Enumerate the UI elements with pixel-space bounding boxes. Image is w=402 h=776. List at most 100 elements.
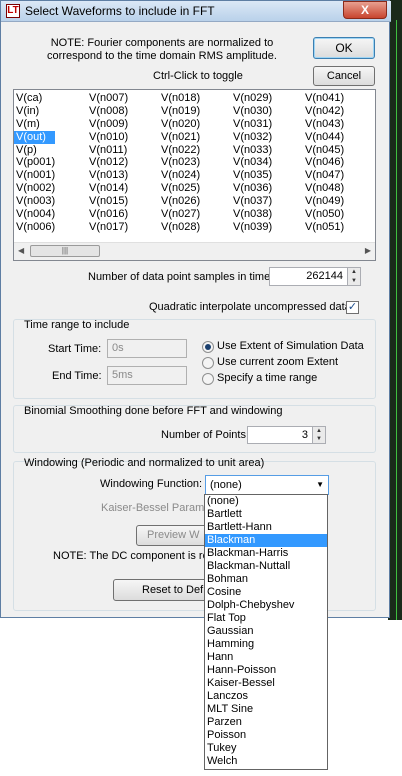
- waveform-item[interactable]: V(m): [14, 118, 55, 131]
- waveform-item[interactable]: V(n018): [159, 92, 200, 105]
- window-option[interactable]: Cosine: [205, 586, 327, 599]
- reset-defaults-button[interactable]: Reset to Def: [113, 579, 213, 601]
- window-option[interactable]: Bohman: [205, 573, 327, 586]
- window-option[interactable]: Bartlett-Hann: [205, 521, 327, 534]
- waveform-item[interactable]: V(n011): [87, 144, 128, 157]
- waveform-item[interactable]: V(n019): [159, 105, 200, 118]
- waveform-item[interactable]: V(n023): [159, 156, 200, 169]
- window-option[interactable]: (none): [205, 495, 327, 508]
- waveform-item[interactable]: V(n007): [87, 92, 128, 105]
- window-option[interactable]: Blackman-Nuttall: [205, 560, 327, 573]
- waveform-item[interactable]: V(n043): [303, 118, 344, 131]
- window-option[interactable]: Blackman: [205, 534, 327, 547]
- spin-up-icon[interactable]: ▲: [313, 427, 325, 435]
- waveform-item[interactable]: V(n004): [14, 208, 55, 221]
- waveform-item[interactable]: V(n028): [159, 221, 200, 234]
- waveform-item[interactable]: V(n031): [231, 118, 272, 131]
- window-option[interactable]: Lanczos: [205, 690, 327, 703]
- window-option[interactable]: Hann: [205, 651, 327, 664]
- window-option[interactable]: MLT Sine: [205, 703, 327, 716]
- waveform-item[interactable]: V(in): [14, 105, 55, 118]
- radio-zoom-extent[interactable]: [202, 357, 214, 369]
- points-stepper[interactable]: ▲ ▼: [312, 426, 326, 444]
- waveform-item[interactable]: V(n041): [303, 92, 344, 105]
- waveform-item[interactable]: V(n009): [87, 118, 128, 131]
- windowing-function-dropdown[interactable]: (none) Bartlett Bartlett-Hann Blackman Black…: [204, 494, 328, 770]
- waveform-item[interactable]: V(n013): [87, 169, 128, 182]
- waveform-item[interactable]: V(n012): [87, 156, 128, 169]
- close-button[interactable]: X: [343, 1, 387, 19]
- waveform-item[interactable]: V(out): [14, 130, 56, 144]
- spin-down-icon[interactable]: ▼: [348, 277, 360, 286]
- scroll-right-icon[interactable]: ▶: [365, 246, 371, 255]
- waveform-item[interactable]: V(n020): [159, 118, 200, 131]
- horizontal-scrollbar[interactable]: ◀ ||| ▶: [14, 242, 375, 260]
- radio-specify-range[interactable]: [202, 373, 214, 385]
- window-option[interactable]: Hann-Poisson: [205, 664, 327, 677]
- waveform-item[interactable]: V(n017): [87, 221, 128, 234]
- waveform-item[interactable]: V(n021): [159, 131, 200, 144]
- waveform-item[interactable]: V(n039): [231, 221, 272, 234]
- windowing-function-select[interactable]: (none) ▼: [205, 475, 329, 495]
- waveform-item[interactable]: V(n027): [159, 208, 200, 221]
- radio-extent-simulation[interactable]: [202, 341, 214, 353]
- waveform-item[interactable]: V(n045): [303, 144, 344, 157]
- window-option[interactable]: Tukey: [205, 742, 327, 755]
- waveform-item[interactable]: V(n001): [14, 169, 55, 182]
- waveform-item[interactable]: V(n046): [303, 156, 344, 169]
- waveform-item[interactable]: V(n032): [231, 131, 272, 144]
- waveform-item[interactable]: V(n050): [303, 208, 344, 221]
- waveform-item[interactable]: V(p001): [14, 156, 55, 169]
- waveform-item[interactable]: V(ca): [14, 92, 55, 105]
- waveform-item[interactable]: V(n006): [14, 221, 55, 234]
- waveform-item[interactable]: V(p): [14, 144, 55, 157]
- spin-up-icon[interactable]: ▲: [348, 268, 360, 277]
- window-option[interactable]: Gaussian: [205, 625, 327, 638]
- waveform-item[interactable]: V(n038): [231, 208, 272, 221]
- waveform-item[interactable]: V(n016): [87, 208, 128, 221]
- window-option[interactable]: Blackman-Harris: [205, 547, 327, 560]
- waveform-item[interactable]: V(n026): [159, 195, 200, 208]
- spin-down-icon[interactable]: ▼: [313, 435, 325, 443]
- waveform-item[interactable]: V(n003): [14, 195, 55, 208]
- waveform-item[interactable]: V(n029): [231, 92, 272, 105]
- samples-stepper[interactable]: ▲ ▼: [347, 267, 361, 286]
- quadratic-checkbox[interactable]: ✓: [346, 301, 359, 314]
- option-specify-range[interactable]: Specify a time range: [217, 372, 317, 384]
- waveform-item[interactable]: V(n034): [231, 156, 272, 169]
- waveform-item[interactable]: V(n037): [231, 195, 272, 208]
- option-zoom-extent[interactable]: Use current zoom Extent: [217, 356, 338, 368]
- title-bar[interactable]: LT Select Waveforms to include in FFT X: [1, 1, 391, 22]
- start-time-field[interactable]: 0s: [107, 339, 187, 358]
- scroll-thumb[interactable]: |||: [30, 245, 100, 257]
- window-option[interactable]: Bartlett: [205, 508, 327, 521]
- waveform-item[interactable]: V(n051): [303, 221, 344, 234]
- scroll-left-icon[interactable]: ◀: [18, 246, 24, 255]
- window-option[interactable]: Kaiser-Bessel: [205, 677, 327, 690]
- waveform-item[interactable]: V(n010): [87, 131, 128, 144]
- cancel-button[interactable]: Cancel: [313, 66, 375, 86]
- waveform-item[interactable]: V(n022): [159, 144, 200, 157]
- waveform-item[interactable]: V(n025): [159, 182, 200, 195]
- ok-button[interactable]: OK: [313, 37, 375, 59]
- option-extent-simulation[interactable]: Use Extent of Simulation Data: [217, 340, 364, 352]
- waveform-item[interactable]: V(n035): [231, 169, 272, 182]
- window-option[interactable]: Welch: [205, 755, 327, 768]
- waveform-item[interactable]: V(n036): [231, 182, 272, 195]
- waveform-item[interactable]: V(n044): [303, 131, 344, 144]
- waveform-listbox[interactable]: V(ca) V(in) V(m) V(out) V(p) V(p001) V(n001) V(…: [13, 89, 376, 261]
- waveform-item[interactable]: V(n048): [303, 182, 344, 195]
- waveform-item[interactable]: V(n008): [87, 105, 128, 118]
- window-option[interactable]: Parzen: [205, 716, 327, 729]
- window-option[interactable]: Hamming: [205, 638, 327, 651]
- waveform-item[interactable]: V(n047): [303, 169, 344, 182]
- waveform-item[interactable]: V(n015): [87, 195, 128, 208]
- window-option[interactable]: Dolph-Chebyshev: [205, 599, 327, 612]
- window-option[interactable]: Flat Top: [205, 612, 327, 625]
- points-input[interactable]: 3: [247, 426, 313, 444]
- chevron-down-icon[interactable]: ▼: [316, 476, 324, 494]
- waveform-item[interactable]: V(n024): [159, 169, 200, 182]
- window-option[interactable]: Poisson: [205, 729, 327, 742]
- waveform-item[interactable]: V(n014): [87, 182, 128, 195]
- end-time-field[interactable]: 5ms: [107, 366, 187, 385]
